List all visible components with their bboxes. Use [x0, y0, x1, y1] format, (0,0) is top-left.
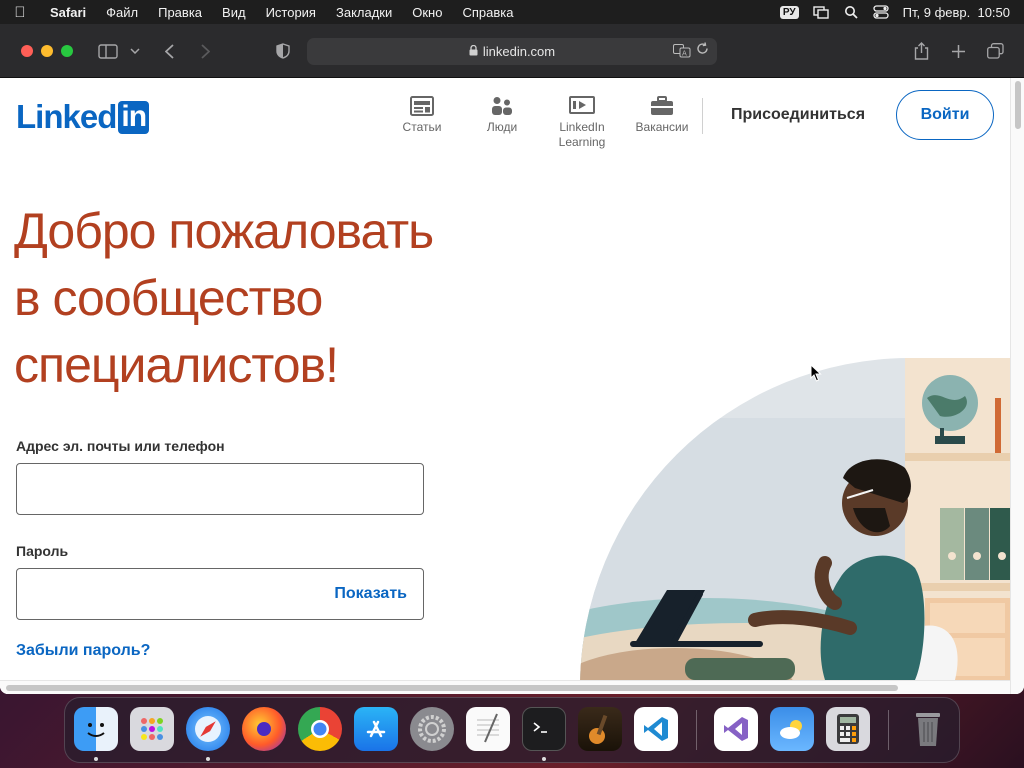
nav-learning-label: LinkedIn Learning [558, 120, 606, 149]
menu-history[interactable]: История [256, 5, 326, 20]
weather-icon[interactable] [770, 707, 814, 751]
forgot-password-link[interactable]: Забыли пароль? [16, 642, 150, 660]
vertical-scroll-thumb[interactable] [1015, 81, 1021, 129]
fullscreen-window-button[interactable] [61, 45, 73, 57]
privacy-shield-icon[interactable] [274, 39, 292, 63]
safari-app-icon[interactable] [186, 707, 230, 751]
jobs-icon [651, 96, 673, 115]
menu-view[interactable]: Вид [212, 5, 256, 20]
forward-icon[interactable] [196, 39, 214, 63]
password-field[interactable]: Показать [16, 568, 424, 620]
show-password-button[interactable]: Показать [334, 585, 407, 603]
articles-icon [410, 96, 434, 116]
reload-icon[interactable] [696, 42, 709, 58]
menu-bar:  Safari Файл Правка Вид История Закладк… [0, 0, 1024, 24]
translate-icon[interactable]: A [673, 44, 691, 61]
headline-line-3: специалистов! [14, 337, 339, 393]
visual-studio-icon[interactable] [714, 707, 758, 751]
mouse-cursor-icon [810, 363, 822, 387]
email-field[interactable] [16, 463, 424, 515]
nav-articles[interactable]: Статьи [398, 96, 446, 135]
textedit-icon[interactable] [466, 707, 510, 751]
nav-articles-label: Статьи [402, 120, 442, 134]
control-center-icon[interactable] [872, 5, 889, 19]
dock [64, 697, 960, 763]
vscode-icon[interactable] [634, 707, 678, 751]
firefox-icon[interactable] [242, 707, 286, 751]
minimize-window-button[interactable] [41, 45, 53, 57]
share-icon[interactable] [911, 39, 931, 63]
menu-app-name[interactable]: Safari [40, 5, 96, 20]
lock-icon [469, 44, 478, 59]
vertical-scrollbar[interactable] [1010, 78, 1024, 694]
people-icon [492, 97, 512, 115]
linkedin-logo[interactable]: Linked in [16, 98, 150, 136]
welcome-headline: Добро пожаловать в сообщество специалист… [14, 198, 574, 399]
nav-learning[interactable]: LinkedIn Learning [552, 96, 612, 150]
horizontal-scrollbar[interactable] [0, 680, 1010, 694]
safari-toolbar: linkedin.com A [0, 24, 1024, 78]
spotlight-search-icon[interactable] [843, 5, 859, 19]
finder-icon[interactable] [74, 707, 118, 751]
nav-divider [702, 98, 703, 134]
new-tab-icon[interactable] [948, 39, 968, 63]
running-indicator [94, 757, 98, 761]
nav-jobs-label: Вакансии [635, 120, 689, 134]
chevron-down-icon[interactable] [128, 39, 142, 63]
horizontal-scroll-thumb[interactable] [6, 685, 898, 691]
back-icon[interactable] [160, 39, 178, 63]
launchpad-icon[interactable] [130, 707, 174, 751]
signin-button[interactable]: Войти [896, 90, 994, 140]
close-window-button[interactable] [21, 45, 33, 57]
safari-window: linkedin.com A Linked in Статьи Люди Lin… [0, 24, 1024, 694]
email-label: Адрес эл. почты или телефон [16, 438, 225, 454]
dock-separator [696, 710, 697, 750]
menu-edit[interactable]: Правка [148, 5, 212, 20]
terminal-icon[interactable] [522, 707, 566, 751]
logo-badge: in [118, 100, 150, 134]
menu-bookmarks[interactable]: Закладки [326, 5, 402, 20]
app-store-icon[interactable] [354, 707, 398, 751]
chrome-icon[interactable] [298, 707, 342, 751]
join-button[interactable]: Присоединиться [717, 100, 879, 130]
menu-window[interactable]: Окно [402, 5, 452, 20]
password-label: Пароль [16, 543, 69, 559]
nav-jobs[interactable]: Вакансии [630, 96, 694, 135]
headline-line-2: в сообщество [14, 270, 323, 326]
dock-separator [888, 710, 889, 750]
menu-help[interactable]: Справка [452, 5, 523, 20]
svg-text:A: A [682, 50, 687, 58]
screen-mirroring-icon[interactable] [812, 5, 829, 19]
tab-overview-icon[interactable] [985, 39, 1005, 63]
nav-people-label: Люди [486, 120, 518, 134]
garageband-icon[interactable] [578, 707, 622, 751]
sidebar-toggle-icon[interactable] [97, 39, 119, 63]
running-indicator [542, 757, 546, 761]
system-settings-icon[interactable] [410, 707, 454, 751]
menu-file[interactable]: Файл [96, 5, 148, 20]
headline-line-1: Добро пожаловать [14, 203, 434, 259]
linkedin-page: Linked in Статьи Люди LinkedIn Learning В… [0, 78, 1010, 694]
menu-clock[interactable]: Пт, 9 февр. 10:50 [903, 5, 1010, 20]
address-bar[interactable]: linkedin.com A [307, 38, 717, 65]
hero-illustration [580, 358, 1010, 680]
apple-menu-icon[interactable]:  [0, 4, 40, 21]
address-url: linkedin.com [482, 44, 556, 59]
calculator-icon[interactable] [826, 707, 870, 751]
input-source-badge[interactable]: РУ [779, 5, 799, 19]
nav-people[interactable]: Люди [478, 96, 526, 135]
running-indicator [206, 757, 210, 761]
trash-icon[interactable] [906, 707, 950, 751]
logo-wordmark: Linked [16, 98, 117, 135]
learning-icon [569, 96, 595, 114]
